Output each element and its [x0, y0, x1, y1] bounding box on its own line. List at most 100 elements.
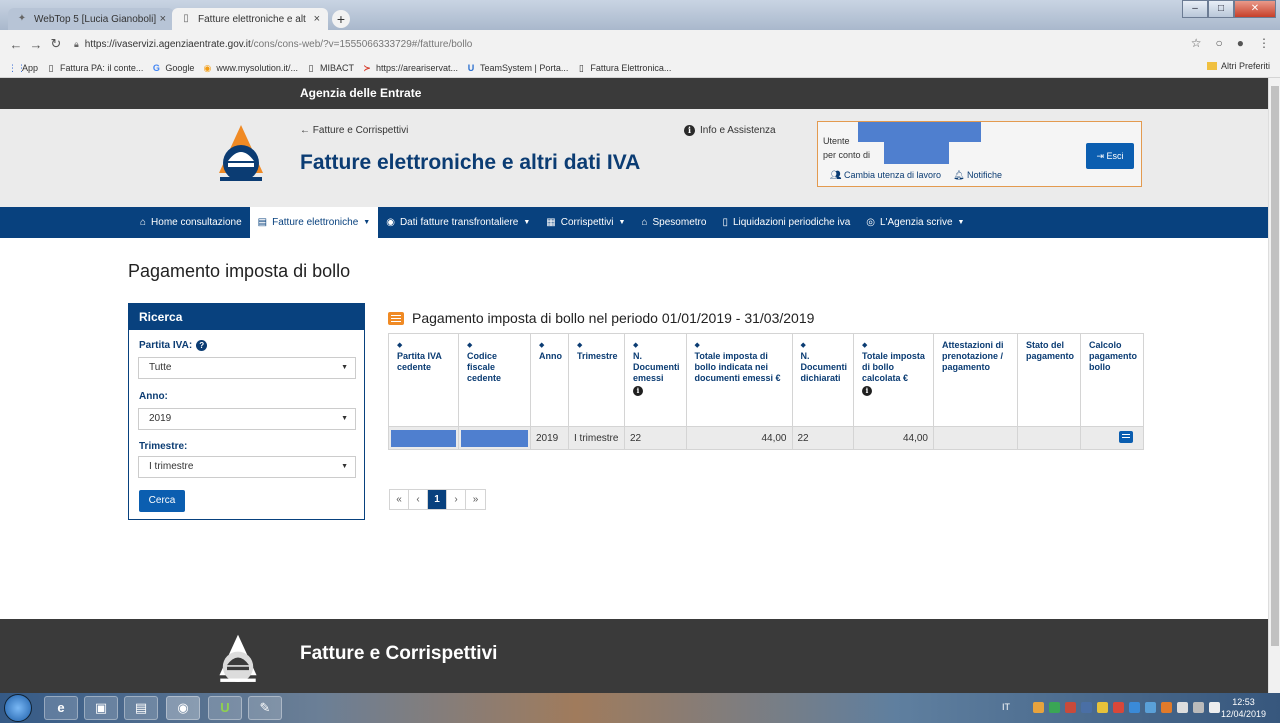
close-tab-icon[interactable]: ×	[160, 13, 166, 25]
tray-app-icon[interactable]	[1145, 702, 1156, 713]
bookmark-item[interactable]: ◉ www.mysolution.it/...	[202, 63, 297, 73]
close-window-icon[interactable]: ✕	[1234, 0, 1276, 18]
cell-n-emessi: 22	[624, 426, 687, 450]
col-label: Stato del pagamento	[1026, 340, 1075, 361]
info-icon[interactable]: i	[862, 386, 872, 396]
col-n-documenti-dichiarati[interactable]: ◆ N. Documenti dichiarati	[791, 333, 854, 427]
notifications-link[interactable]: 🔔︎ Notifiche	[953, 170, 1002, 181]
exit-button[interactable]: ⇥ Esci	[1086, 143, 1134, 169]
teamsystem-app-icon[interactable]: U	[208, 696, 242, 720]
file-explorer-icon[interactable]: ▤	[124, 696, 158, 720]
bookmark-item[interactable]: ≻ https://areariservat...	[362, 63, 458, 73]
info-assistenza-link[interactable]: i Info e Assistenza	[684, 125, 776, 136]
network-icon[interactable]	[1193, 702, 1204, 713]
bookmark-item[interactable]: ▯ Fattura PA: il conte...	[46, 63, 144, 73]
bookmark-item[interactable]: G Google	[151, 63, 195, 73]
bookmark-item[interactable]: U TeamSystem | Porta...	[466, 63, 569, 73]
bookmark-label: https://areariservat...	[375, 62, 459, 73]
search-panel-heading: Ricerca	[129, 304, 364, 330]
arrow-logo-icon: ≻	[363, 62, 371, 73]
back-arrow-icon[interactable]: ←	[6, 37, 26, 52]
maximize-icon[interactable]: □	[1208, 0, 1234, 18]
browser-tab-webtop[interactable]: ✦ WebTop 5 [Lucia Gianoboli] ×	[8, 8, 174, 30]
nav-agenzia-scrive[interactable]: ◎ L'Agenzia scrive ▼	[858, 207, 972, 238]
prev-page-button[interactable]: ‹	[409, 490, 428, 509]
sort-icon: ◆	[633, 342, 639, 349]
flag-icon[interactable]	[1177, 702, 1188, 713]
other-bookmarks[interactable]: Altri Preferiti	[1206, 61, 1270, 71]
profile-icon[interactable]: ●	[1237, 36, 1244, 50]
bookmark-item[interactable]: ▯ Fattura Elettronica...	[576, 62, 672, 73]
browser-tab-fatture[interactable]: ▯ Fatture elettroniche e altri dati IV ×	[172, 8, 328, 30]
col-totale-calcolata[interactable]: ◆ Totale imposta di bollo calcolata € i	[853, 333, 934, 427]
tray-app-icon[interactable]	[1065, 702, 1076, 713]
back-to-fatture-link[interactable]: ← Fatture e Corrispettivi	[300, 125, 408, 136]
col-n-documenti-emessi[interactable]: ◆ N. Documenti emessi i	[624, 333, 687, 427]
site-header: ← Fatture e Corrispettivi Fatture elettr…	[0, 109, 1268, 207]
tray-app-icon[interactable]	[1161, 702, 1172, 713]
pagination: « ‹ 1 › »	[389, 489, 486, 510]
scrollbar-thumb[interactable]	[1271, 86, 1279, 646]
trimestre-select[interactable]: I trimestre ▼	[138, 456, 356, 478]
volume-icon[interactable]	[1209, 702, 1220, 713]
media-icon[interactable]: ▣	[84, 696, 118, 720]
bookmark-apps[interactable]: ⋮⋮ App	[8, 63, 38, 73]
cell-n-dichiarati: 22	[791, 426, 854, 450]
tray-app-icon[interactable]	[1049, 702, 1060, 713]
col-anno[interactable]: ◆ Anno	[530, 333, 569, 427]
nav-corrispettivi[interactable]: ▦ Corrispettivi ▼	[538, 207, 633, 238]
extension-icon[interactable]: ○	[1216, 36, 1223, 50]
document-icon: ▤	[257, 217, 268, 228]
new-tab-button[interactable]: +	[332, 10, 350, 28]
nav-liquidazioni[interactable]: ▯ Liquidazioni periodiche iva	[714, 207, 858, 238]
col-trimestre[interactable]: ◆ Trimestre	[568, 333, 625, 427]
nav-spesometro[interactable]: ⌂ Spesometro	[633, 207, 714, 238]
tray-app-icon[interactable]	[1129, 702, 1140, 713]
anno-select[interactable]: 2019 ▼	[138, 408, 356, 430]
page-icon: ▯	[578, 62, 584, 73]
close-tab-icon[interactable]: ×	[314, 13, 320, 25]
partita-iva-select[interactable]: Tutte ▼	[138, 357, 356, 379]
language-indicator[interactable]: IT	[1002, 702, 1010, 712]
apps-grid-icon: ⋮⋮	[8, 62, 26, 73]
forward-arrow-icon[interactable]: →	[26, 37, 46, 52]
help-icon[interactable]: ?	[196, 340, 208, 351]
system-clock[interactable]: 12:53 12/04/2019	[1221, 696, 1266, 720]
internet-explorer-icon[interactable]: e	[44, 696, 78, 720]
tray-app-icon[interactable]	[1033, 702, 1044, 713]
current-page-button[interactable]: 1	[428, 490, 447, 509]
calculate-payment-button[interactable]	[1119, 430, 1133, 443]
nav-home-consultazione[interactable]: ⌂ Home consultazione	[132, 207, 250, 238]
page-scrollbar[interactable]	[1268, 78, 1280, 693]
sort-icon: ◆	[539, 342, 545, 349]
tray-app-icon[interactable]	[1081, 702, 1092, 713]
cell-totale-calcolata: 44,00	[853, 426, 934, 450]
search-button[interactable]: Cerca	[139, 490, 185, 512]
change-user-link[interactable]: 👥︎ Cambia utenza di lavoro	[830, 170, 941, 181]
chrome-icon[interactable]: ◉	[166, 696, 200, 720]
bookmark-star-icon[interactable]: ☆	[1191, 36, 1202, 50]
paint-icon[interactable]: ✎	[248, 696, 282, 720]
next-page-button[interactable]: ›	[447, 490, 466, 509]
col-partita-iva[interactable]: ◆ Partita IVA cedente	[388, 333, 459, 427]
tray-app-icon[interactable]	[1097, 702, 1108, 713]
url-field[interactable]: 🔒︎ https://ivaservizi.agenziaentrate.gov…	[74, 39, 472, 50]
last-page-button[interactable]: »	[466, 490, 485, 509]
info-icon[interactable]: i	[633, 386, 643, 396]
bookmark-item[interactable]: ▯ MIBACT	[306, 63, 354, 73]
col-codice-fiscale[interactable]: ◆ Codice fiscale cedente	[458, 333, 531, 427]
col-totale-indicata[interactable]: ◆ Totale imposta di bollo indicata nei do…	[685, 333, 793, 427]
minimize-icon[interactable]: –	[1182, 0, 1208, 18]
tray-app-icon[interactable]	[1113, 702, 1124, 713]
nav-label: Spesometro	[652, 217, 707, 228]
notifications-label: Notifiche	[966, 170, 1002, 180]
clock-date: 12/04/2019	[1220, 709, 1266, 719]
first-page-button[interactable]: «	[390, 490, 409, 509]
page-favicon-icon: ▯	[183, 13, 189, 24]
nav-dati-transfrontaliere[interactable]: ◉ Dati fatture transfrontaliere ▼	[378, 207, 538, 238]
reload-icon[interactable]: ↻	[46, 36, 66, 52]
start-button-icon[interactable]	[4, 694, 32, 722]
nav-fatture-elettroniche[interactable]: ▤ Fatture elettroniche ▼	[249, 207, 379, 238]
cell-partita-iva	[388, 426, 459, 450]
menu-icon[interactable]: ⋮	[1258, 36, 1270, 50]
